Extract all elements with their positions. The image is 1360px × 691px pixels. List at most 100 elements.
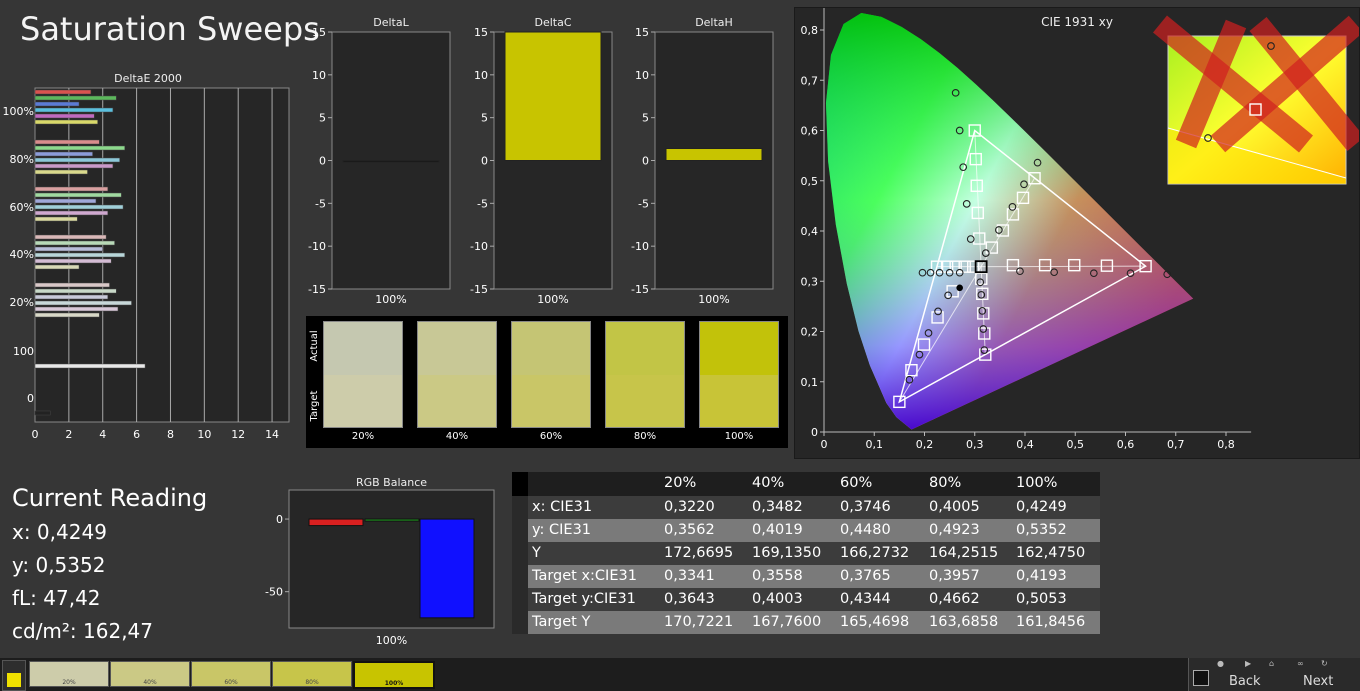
- deltae-bar: [34, 89, 92, 95]
- deltah-chart: DeltaH 15 10 5 0 -5 -10 -15 100%: [631, 16, 774, 306]
- deltae-bar: [34, 216, 78, 222]
- deltac-x-label: 100%: [537, 293, 568, 306]
- active-patch-button[interactable]: [2, 660, 26, 691]
- deltae-x-tick: 12: [231, 428, 245, 441]
- loop-icon[interactable]: ∞: [1297, 659, 1304, 668]
- deltae-bar: [34, 186, 109, 192]
- patch-button[interactable]: 20%: [29, 661, 109, 687]
- table-cell: 0,4662: [929, 591, 980, 607]
- rgb-x-label: 100%: [376, 634, 407, 647]
- patch-label: 80%: [305, 679, 319, 686]
- spectral-locus-overlay: [825, 13, 1194, 430]
- table-cell: 0,3341: [664, 568, 715, 584]
- table-row: x: CIE31 0,3220 0,3482 0,3746 0,4005 0,4249: [512, 496, 1100, 519]
- table-cell: 0,5053: [1016, 591, 1067, 607]
- deltah-y-tick: -5: [638, 197, 649, 210]
- deltae-bar: [34, 300, 132, 306]
- table-row: Target y:CIE31 0,3643 0,4003 0,4344 0,4662 0,…: [512, 588, 1100, 611]
- swatch-label: 40%: [445, 431, 469, 442]
- record-icon[interactable]: ●: [1217, 659, 1224, 668]
- table-header-cell: 80%: [929, 475, 962, 491]
- rgb-y-tick: 0: [276, 513, 283, 526]
- table-cell: 165,4698: [840, 614, 910, 630]
- table-cell: 0,3482: [752, 499, 803, 515]
- row-label: Target x:CIE31: [532, 568, 637, 584]
- table-cell: 0,5352: [1016, 522, 1067, 538]
- sweep-line: [981, 265, 1146, 268]
- deltae-y-label: 80%: [10, 153, 34, 166]
- deltae-x-tick: 0: [32, 428, 39, 441]
- rgb-y-tick: -50: [265, 586, 283, 599]
- current-reading: Current Reading x: 0,4249 y: 0,5352 fL: …: [12, 484, 272, 643]
- deltal-y-tick: -15: [308, 283, 326, 296]
- table-cell: 170,7221: [664, 614, 734, 630]
- stop-icon[interactable]: [1193, 670, 1209, 686]
- patch-button[interactable]: 80%: [272, 661, 352, 687]
- deltae-bar: [34, 157, 120, 163]
- table-cell: 0,4019: [752, 522, 803, 538]
- row-marker: [512, 519, 528, 542]
- deltac-chart: DeltaC 15 10 5 0 -5 -10 -15 100%: [470, 16, 613, 306]
- deltae-bar: [34, 294, 109, 300]
- swatch-pair: [605, 321, 685, 428]
- table-cell: 164,2515: [929, 545, 999, 561]
- deltac-y-tick: -10: [470, 240, 488, 253]
- deltah-x-label: 100%: [698, 293, 729, 306]
- deltac-y-tick: 0: [481, 155, 488, 168]
- deltac-y-tick: 10: [474, 69, 488, 82]
- rgb-title: RGB Balance: [356, 476, 427, 489]
- deltae-bar: [34, 264, 80, 270]
- deltae-bar: [34, 282, 110, 288]
- cie-x-tick: 0,8: [1217, 438, 1235, 451]
- deltal-y-tick: 0: [319, 155, 326, 168]
- deltae-bar: [34, 192, 122, 198]
- row-marker: [512, 588, 528, 611]
- deltal-title: DeltaL: [373, 16, 409, 29]
- deltae-y-label: 100%: [3, 105, 34, 118]
- cie-x-tick: 0,5: [1067, 438, 1085, 451]
- deltah-y-tick: 5: [642, 112, 649, 125]
- table-cell: 0,4003: [752, 591, 803, 607]
- rgb-bar: [419, 518, 475, 619]
- table-cell: 0,3765: [840, 568, 891, 584]
- patch-button[interactable]: 100%: [353, 661, 435, 689]
- deltae-bar: [34, 151, 93, 157]
- play-icon[interactable]: ▶: [1245, 659, 1251, 668]
- deltae-bar: [34, 163, 114, 169]
- row-label: Target Y: [532, 614, 591, 630]
- table-header-cell: 20%: [664, 475, 697, 491]
- cie-y-tick: 0: [811, 426, 818, 439]
- cie-y-tick: 0,5: [801, 175, 819, 188]
- row-label: y: CIE31: [532, 522, 592, 538]
- data-table: 20% 40% 60% 80% 100% x: CIE31 0,3220 0,3482 0,3…: [512, 472, 1100, 634]
- cie-title: CIE 1931 xy: [1041, 15, 1113, 29]
- deltac-bar: [504, 31, 602, 161]
- swatch-label: 100%: [724, 431, 754, 442]
- deltae-bar: [34, 210, 109, 216]
- current-reading-title: Current Reading: [12, 484, 208, 512]
- swatch-target: [606, 375, 684, 427]
- table-cell: 0,3957: [929, 568, 980, 584]
- home-icon[interactable]: ⌂: [1269, 659, 1274, 668]
- next-button[interactable]: Next: [1303, 674, 1333, 689]
- deltah-y-tick: 15: [635, 26, 649, 39]
- active-patch-swatch: [7, 673, 21, 687]
- table-cell: 0,3643: [664, 591, 715, 607]
- patch-label: 100%: [384, 680, 404, 687]
- row-label-target: Target: [309, 390, 320, 422]
- swatch-actual: [512, 322, 590, 375]
- deltae-bar: [34, 101, 80, 107]
- refresh-icon[interactable]: ↻: [1321, 659, 1328, 668]
- row-marker: [512, 496, 528, 519]
- patch-button[interactable]: 60%: [191, 661, 271, 687]
- swatch-target: [418, 375, 496, 427]
- cie-y-tick: 0,8: [801, 24, 819, 37]
- table-cell: 0,4193: [1016, 568, 1067, 584]
- cie-y-tick: 0,1: [801, 376, 819, 389]
- patch-button[interactable]: 40%: [110, 661, 190, 687]
- patch-label: 40%: [143, 679, 157, 686]
- rgb-bar: [364, 518, 420, 522]
- back-button[interactable]: Back: [1229, 674, 1261, 689]
- deltae-y-label: 100: [13, 345, 34, 358]
- deltae-bar: [34, 252, 125, 258]
